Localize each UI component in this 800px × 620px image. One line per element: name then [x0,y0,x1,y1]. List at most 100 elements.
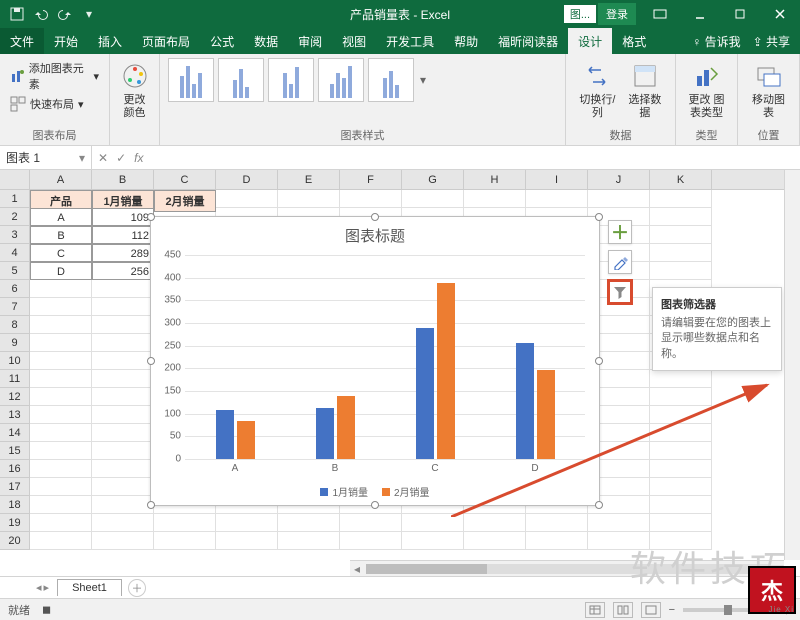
cell[interactable] [464,532,526,550]
row-header[interactable]: 16 [0,460,30,478]
cell[interactable] [526,514,588,532]
cell[interactable] [216,532,278,550]
col-header[interactable]: G [402,170,464,189]
tab-插入[interactable]: 插入 [88,28,132,54]
change-colors-button[interactable]: 更改 颜色 [118,58,151,122]
chart-style-3[interactable] [268,58,314,102]
col-header[interactable]: K [650,170,712,189]
col-header[interactable]: H [464,170,526,189]
cell[interactable] [216,190,278,208]
row-header[interactable]: 13 [0,406,30,424]
save-icon[interactable] [8,5,26,23]
cell[interactable] [650,514,712,532]
cell[interactable] [588,532,650,550]
tab-帮助[interactable]: 帮助 [444,28,488,54]
cell[interactable] [92,514,154,532]
cell[interactable] [30,424,92,442]
chart-title[interactable]: 图表标题 [151,217,599,250]
cell[interactable] [92,334,154,352]
quick-layout-button[interactable]: 快速布局 ▾ [8,94,101,114]
row-header[interactable]: 18 [0,496,30,514]
cell[interactable] [650,262,712,280]
cell[interactable] [92,532,154,550]
cell[interactable] [650,370,712,388]
row-header[interactable]: 3 [0,226,30,244]
row-header[interactable]: 7 [0,298,30,316]
cell[interactable] [92,388,154,406]
row-header[interactable]: 11 [0,370,30,388]
chart-style-2[interactable] [218,58,264,102]
cell[interactable] [278,514,340,532]
close-icon[interactable] [760,0,800,28]
cell[interactable] [650,496,712,514]
tab-视图[interactable]: 视图 [332,28,376,54]
cell[interactable] [464,190,526,208]
cell[interactable] [92,352,154,370]
cell[interactable] [154,514,216,532]
col-header[interactable]: E [278,170,340,189]
new-sheet-button[interactable]: ＋ [128,579,146,597]
row-header[interactable]: 20 [0,532,30,550]
cell[interactable] [650,406,712,424]
row-header[interactable]: 1 [0,190,30,208]
row-header[interactable]: 5 [0,262,30,280]
tab-file[interactable]: 文件 [0,28,44,54]
select-all-corner[interactable] [0,170,30,189]
cell[interactable] [92,478,154,496]
table-cell[interactable]: 289 [92,244,154,262]
row-header[interactable]: 4 [0,244,30,262]
embedded-chart[interactable]: 图表标题 050100150200250300350400450ABCD 1月销… [150,216,600,506]
add-chart-element-button[interactable]: 添加图表元素 ▾ [8,58,101,94]
normal-view-icon[interactable] [585,602,605,618]
cell[interactable] [402,190,464,208]
tab-开始[interactable]: 开始 [44,28,88,54]
bar[interactable] [516,343,534,459]
chart-legend[interactable]: 1月销量2月销量 [151,484,599,499]
cell[interactable] [402,514,464,532]
cell[interactable] [30,478,92,496]
cell[interactable] [30,514,92,532]
cell[interactable] [92,298,154,316]
row-header[interactable]: 6 [0,280,30,298]
macro-record-icon[interactable]: ◼ [42,603,51,616]
cell[interactable] [30,334,92,352]
cell[interactable] [92,316,154,334]
col-header[interactable]: A [30,170,92,189]
minimize-icon[interactable] [680,0,720,28]
tab-福昕阅读器[interactable]: 福昕阅读器 [488,28,568,54]
chart-elements-button[interactable]: ＋ [608,220,632,244]
chart-filter-button[interactable] [608,280,632,304]
bar[interactable] [316,408,334,459]
col-header[interactable]: C [154,170,216,189]
page-layout-view-icon[interactable] [613,602,633,618]
row-header[interactable]: 10 [0,352,30,370]
cell[interactable] [650,424,712,442]
sheet-nav-prev-icon[interactable]: ◂ [36,581,42,594]
sheet-tab-active[interactable]: Sheet1 [57,579,122,596]
tell-me[interactable]: ♀ 告诉我 [692,33,740,50]
qat-dropdown-icon[interactable]: ▾ [80,5,98,23]
col-header[interactable]: F [340,170,402,189]
enter-icon[interactable]: ✓ [116,151,126,165]
cell[interactable] [92,460,154,478]
col-header[interactable]: B [92,170,154,189]
ribbon-options-icon[interactable] [640,0,680,28]
cell[interactable] [650,190,712,208]
share-button[interactable]: ⇪ 共享 [753,33,790,50]
row-header[interactable]: 2 [0,208,30,226]
cell[interactable] [278,190,340,208]
cell[interactable] [650,388,712,406]
table-cell[interactable]: 112 [92,226,154,244]
worksheet-grid[interactable]: ABCDEFGHIJK 1234567891011121314151617181… [0,170,800,576]
horizontal-scrollbar[interactable]: ◂▸ [350,560,784,576]
cell[interactable] [650,226,712,244]
chart-style-4[interactable] [318,58,364,102]
cell[interactable] [650,208,712,226]
cell[interactable] [650,478,712,496]
table-cell[interactable]: C [30,244,92,262]
legend-item[interactable]: 1月销量 [320,484,368,499]
change-chart-type-button[interactable]: 更改 图表类型 [684,58,729,122]
cell[interactable] [30,460,92,478]
col-header[interactable]: I [526,170,588,189]
chart-style-5[interactable] [368,58,414,102]
